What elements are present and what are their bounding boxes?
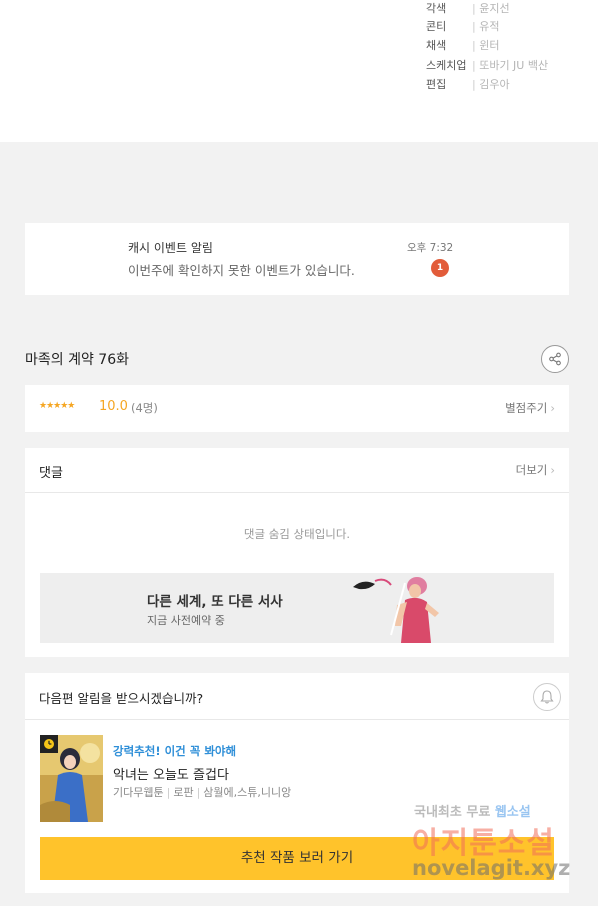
- bell-icon: [540, 690, 554, 704]
- notice-text: 이번주에 확인하지 못한 이벤트가 있습니다.: [128, 263, 355, 278]
- credit-row: 각색 윤지선: [426, 0, 510, 18]
- credit-role: 편집: [426, 78, 447, 91]
- episode-title: 마족의 계약 76화: [25, 352, 129, 368]
- credit-role: 스케치업: [426, 59, 467, 72]
- banner-character-illustration: [353, 577, 439, 643]
- notice-time: 오후 7:32: [407, 242, 454, 254]
- recommended-work-title[interactable]: 악녀는 오늘도 즐겁다: [113, 764, 229, 783]
- credits-panel: 각색 윤지선 콘티 유적 채색 윈터 스케치업 또바기 JU 백산 편집 김우아: [0, 0, 598, 142]
- meta-genre: 로판: [173, 786, 194, 799]
- rating-score: 10.0: [99, 399, 128, 414]
- watermark-domain: novelagit.xyz: [412, 856, 571, 880]
- chevron-right-icon: ›: [550, 463, 555, 477]
- divider: [25, 719, 569, 720]
- chevron-right-icon: ›: [550, 401, 555, 415]
- credit-role: 각색: [426, 2, 447, 15]
- credit-row: 편집 김우아: [426, 76, 510, 94]
- rating-stars: ★★★★★: [39, 401, 75, 411]
- share-button[interactable]: [541, 345, 569, 373]
- credit-row: 콘티 유적: [426, 18, 499, 36]
- credit-row: 채색 윈터: [426, 37, 499, 55]
- next-episode-question: 다음편 알림을 받으시겠습니까?: [39, 691, 204, 706]
- credit-value: 유적: [472, 20, 499, 33]
- meta-authors: 삼월에,스튜,니니앙: [203, 786, 292, 799]
- divider: [25, 492, 569, 493]
- credit-role: 콘티: [426, 20, 447, 33]
- recommended-work-thumbnail[interactable]: [40, 735, 103, 822]
- banner-subtitle: 지금 사전예약 중: [147, 614, 225, 627]
- credit-row: 스케치업 또바기 JU 백산: [426, 57, 548, 75]
- comments-more-link[interactable]: 더보기 ›: [516, 462, 555, 478]
- recommended-work-meta: 기다무웹툰 | 로판 | 삼월에,스튜,니니앙: [113, 784, 291, 800]
- credit-role: 채색: [426, 39, 447, 52]
- meta-separator: |: [166, 786, 171, 799]
- comments-card: 댓글 더보기 › 댓글 숨김 상태입니다. 다른 세계, 또 다른 서사 지금 사…: [25, 448, 569, 657]
- banner-title: 다른 세계, 또 다른 서사: [147, 594, 283, 610]
- notice-count-badge: 1: [431, 259, 449, 277]
- notice-title: 캐시 이벤트 알림: [128, 241, 213, 255]
- meta-category: 기다무웹툰: [113, 786, 164, 799]
- credit-value: 윈터: [472, 39, 499, 52]
- rate-button-label: 별점주기: [505, 401, 548, 415]
- clock-icon: [40, 735, 58, 753]
- site-watermark: 국내최초 무료 웹소설 아지툰소설 novelagit.xyz: [408, 798, 583, 888]
- comments-hidden-message: 댓글 숨김 상태입니다.: [243, 527, 351, 541]
- credit-value: 또바기 JU 백산: [472, 59, 548, 72]
- comments-title: 댓글: [39, 466, 63, 481]
- comments-more-label: 더보기: [515, 463, 548, 477]
- rating-card: ★★★★★ 10.0 (4명) 별점주기 ›: [25, 385, 569, 432]
- promo-banner[interactable]: 다른 세계, 또 다른 서사 지금 사전예약 중: [40, 573, 554, 643]
- credit-value: 윤지선: [472, 2, 510, 15]
- credit-value: 김우아: [472, 78, 510, 91]
- recommend-label: 강력추천! 이건 꼭 봐야해: [113, 744, 237, 758]
- rate-button[interactable]: 별점주기 ›: [505, 400, 555, 416]
- rating-count: (4명): [131, 401, 158, 415]
- meta-separator: |: [196, 786, 201, 799]
- event-notice-card[interactable]: 캐시 이벤트 알림 이번주에 확인하지 못한 이벤트가 있습니다. 오후 7:3…: [25, 223, 569, 295]
- alert-toggle-button[interactable]: [533, 683, 561, 711]
- share-icon: [549, 352, 561, 366]
